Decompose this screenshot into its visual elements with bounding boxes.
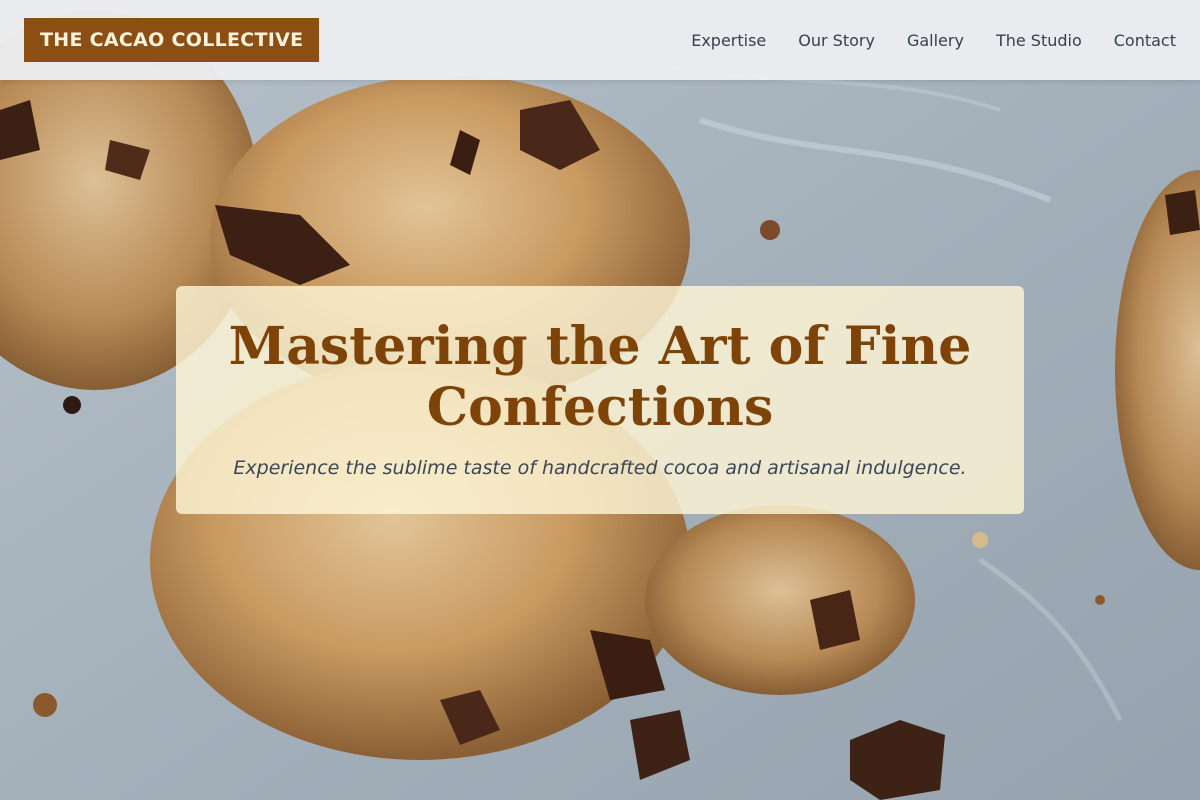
main-nav: Expertise Our Story Gallery The Studio C… [691,0,1176,80]
hero-subtitle: Experience the sublime taste of handcraf… [233,457,967,479]
page: THE CACAO COLLECTIVE Expertise Our Story… [0,0,1200,800]
nav-link-the-studio[interactable]: The Studio [996,31,1082,50]
hero-title: Mastering the Art of Fine Confections [228,316,972,438]
hero-card: Mastering the Art of Fine Confections Ex… [176,286,1024,514]
nav-link-expertise[interactable]: Expertise [691,31,766,50]
site-header: THE CACAO COLLECTIVE Expertise Our Story… [0,0,1200,80]
nav-link-our-story[interactable]: Our Story [798,31,875,50]
nav-link-gallery[interactable]: Gallery [907,31,964,50]
nav-link-contact[interactable]: Contact [1114,31,1176,50]
brand-logo[interactable]: THE CACAO COLLECTIVE [24,18,320,62]
